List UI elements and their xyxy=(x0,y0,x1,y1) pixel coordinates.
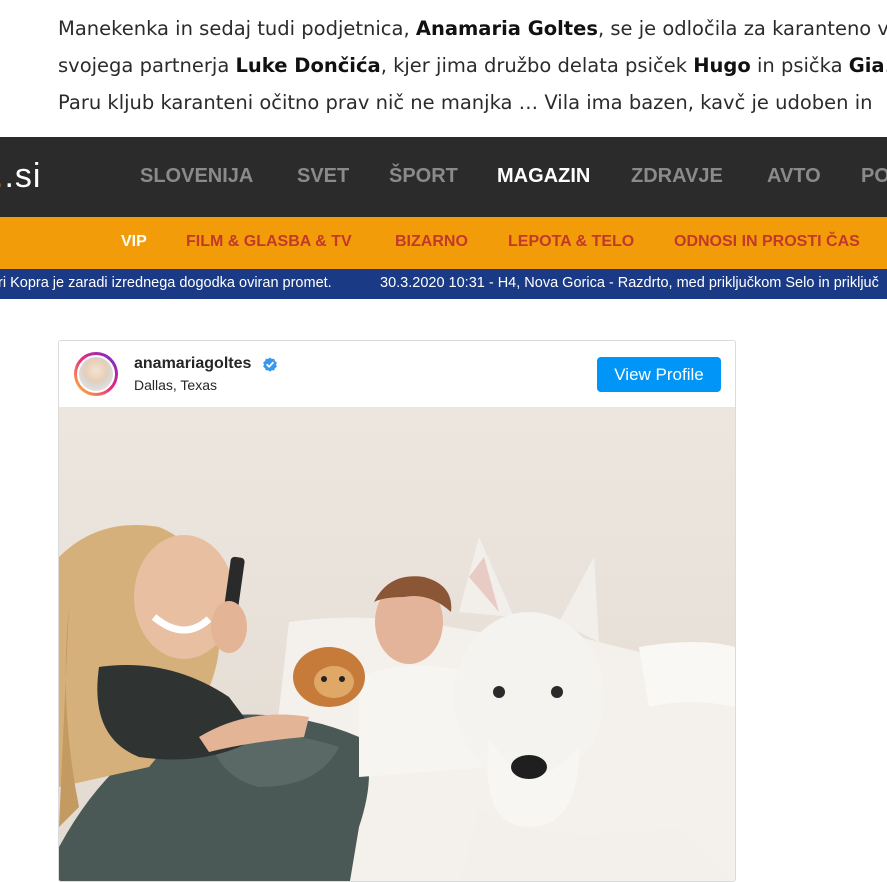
dog-name-hugo: Hugo xyxy=(693,54,751,77)
nav-item-svet[interactable]: SVET xyxy=(297,165,349,188)
subnav-item-lepota-telo[interactable]: LEPOTA & TELO xyxy=(508,233,634,251)
article-text-span: Paru kljub karanteni očitno prav nič ne … xyxy=(58,91,873,114)
article-line-3: Paru kljub karanteni očitno prav nič ne … xyxy=(58,84,887,121)
sub-navigation: VIP FILM & GLASBA & TV BIZARNO LEPOTA & … xyxy=(0,217,887,269)
article-text-span: in psička xyxy=(750,54,849,77)
person-name-anamaria: Anamaria Goltes xyxy=(415,17,598,40)
instagram-username[interactable]: anamariagoltes xyxy=(134,355,251,373)
article-line-1: Manekenka in sedaj tudi podjetnica, Anam… xyxy=(58,10,887,47)
ticker-item[interactable]: 30.3.2020 10:31 - H4, Nova Gorica - Razd… xyxy=(380,275,879,291)
instagram-embed: anamariagoltes Dallas, Texas View Profil… xyxy=(58,340,736,882)
subnav-item-film-glasba-tv[interactable]: FILM & GLASBA & TV xyxy=(186,233,352,251)
subnav-item-odnosi[interactable]: ODNOSI IN PROSTI ČAS xyxy=(674,233,860,251)
avatar[interactable] xyxy=(74,352,118,396)
article-text-span: , kjer jima družbo delata psiček xyxy=(380,54,694,77)
article-text-span: Manekenka in sedaj tudi podjetnica, xyxy=(58,17,416,40)
instagram-post-photo[interactable] xyxy=(59,407,735,881)
subnav-item-bizarno[interactable]: BIZARNO xyxy=(395,233,468,251)
article-line-2: svojega partnerja Luke Dončića, kjer jim… xyxy=(58,47,887,84)
ticker-item[interactable]: ri Kopra je zaradi izrednega dogodka ovi… xyxy=(0,275,332,291)
nav-item-avto[interactable]: AVTO xyxy=(767,165,821,188)
site-logo[interactable]: ..si xyxy=(0,157,41,196)
avatar-image xyxy=(77,355,115,393)
person-name-luka: Luke Dončića xyxy=(235,54,381,77)
subnav-item-vip[interactable]: VIP xyxy=(121,233,147,251)
dog-name-gia: Gia xyxy=(848,54,885,77)
main-navigation: ..si SLOVENIJA SVET ŠPORT MAGAZIN ZDRAVJ… xyxy=(0,137,887,217)
article-text: Manekenka in sedaj tudi podjetnica, Anam… xyxy=(58,10,887,121)
logo-suffix: .si xyxy=(4,157,42,195)
nav-item-sport[interactable]: ŠPORT xyxy=(389,165,458,188)
news-ticker: ri Kopra je zaradi izrednega dogodka ovi… xyxy=(0,269,887,299)
view-profile-button[interactable]: View Profile xyxy=(597,357,721,392)
nav-item-po[interactable]: PO xyxy=(861,165,887,188)
instagram-header: anamariagoltes Dallas, Texas View Profil… xyxy=(59,341,735,407)
verified-badge-icon xyxy=(263,357,277,372)
nav-item-zdravje[interactable]: ZDRAVJE xyxy=(631,165,723,188)
article-text-span: svojega partnerja xyxy=(58,54,236,77)
nav-item-magazin[interactable]: MAGAZIN xyxy=(497,165,590,188)
nav-item-slovenija[interactable]: SLOVENIJA xyxy=(140,165,253,188)
instagram-location[interactable]: Dallas, Texas xyxy=(134,377,217,393)
article-text-span: , se je odločila za karanteno v v xyxy=(597,17,887,40)
photo-illustration xyxy=(59,525,735,881)
